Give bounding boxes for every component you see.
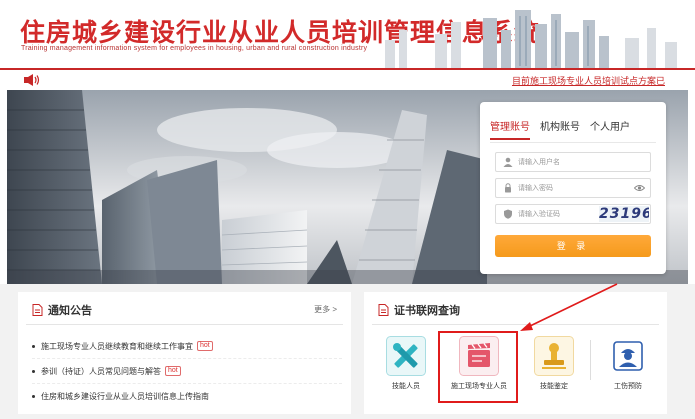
tile-label: 技能鉴定	[540, 383, 568, 390]
username-input[interactable]	[518, 155, 628, 169]
document-icon	[32, 304, 43, 316]
notice-item[interactable]: 施工现场专业人员继续教育和继续工作事宜 hot	[32, 334, 342, 359]
captcha-input[interactable]	[518, 207, 598, 221]
notice-divider	[26, 324, 343, 325]
certificate-divider	[372, 324, 659, 325]
tile-label: 工伤预防	[614, 383, 642, 390]
notice-list: 施工现场专业人员继续教育和继续工作事宜 hot 参训（持证）人员常见问题与解答 …	[32, 334, 342, 409]
more-notices-link[interactable]: 更多 >	[314, 304, 337, 315]
tabs-divider	[490, 142, 656, 143]
stamp-icon	[534, 336, 574, 376]
announcement-link[interactable]: 目前施工现场专业人员培训试点方案已	[512, 74, 665, 87]
tile-separator	[590, 340, 591, 380]
hot-badge: hot	[165, 366, 181, 376]
tools-icon	[386, 336, 426, 376]
notice-item[interactable]: 住房和城乡建设行业从业人员培训信息上传指南	[32, 384, 342, 409]
tile-skilled-workers[interactable]: 技能人员	[376, 330, 436, 392]
user-icon	[503, 157, 513, 167]
site-subtitle: Training management information system f…	[21, 45, 368, 52]
notice-item-text: 住房和城乡建设行业从业人员培训信息上传指南	[41, 392, 209, 401]
shield-icon	[504, 209, 512, 219]
certificate-title-text: 证书联网查询	[394, 305, 460, 317]
password-field	[495, 178, 651, 198]
login-tabs: 管理账号 机构账号 个人用户	[490, 118, 640, 140]
tab-institution-account[interactable]: 机构账号	[540, 118, 580, 140]
notice-panel-title: 通知公告	[32, 302, 92, 318]
notice-item[interactable]: 参训（持证）人员常见问题与解答 hot	[32, 359, 342, 384]
hot-badge: hot	[197, 341, 213, 351]
highlight-box	[438, 331, 518, 403]
eye-icon[interactable]	[634, 183, 645, 193]
notice-item-text: 施工现场专业人员继续教育和继续工作事宜	[41, 341, 193, 351]
notice-title-text: 通知公告	[48, 305, 92, 317]
tab-personal-user[interactable]: 个人用户	[590, 118, 630, 140]
tab-admin-account[interactable]: 管理账号	[490, 118, 530, 140]
notice-bar: 目前施工现场专业人员培训试点方案已	[0, 70, 695, 90]
tile-injury-prevention[interactable]: 工伤预防	[598, 330, 658, 392]
username-field	[495, 152, 651, 172]
notice-item-text: 参训（持证）人员常见问题与解答	[41, 366, 161, 376]
speaker-icon	[24, 74, 40, 86]
site-header: 住房城乡建设行业从业人员培训管理信息系统 Training management…	[0, 0, 695, 68]
tile-skill-appraisal[interactable]: 技能鉴定	[524, 330, 584, 392]
password-input[interactable]	[518, 181, 628, 195]
worker-icon	[613, 341, 643, 371]
notice-panel: 通知公告 更多 > 施工现场专业人员继续教育和继续工作事宜 hot 参训（持证）…	[18, 292, 351, 414]
document-icon	[378, 304, 389, 316]
certificate-panel-title: 证书联网查询	[378, 302, 460, 318]
login-button[interactable]: 登 录	[495, 235, 651, 257]
login-panel: 管理账号 机构账号 个人用户 23196 登 录	[480, 102, 666, 274]
captcha-field: 23196	[495, 204, 651, 224]
lock-icon	[505, 183, 511, 193]
skyline-graphic	[385, 10, 677, 68]
captcha-image[interactable]: 23196	[599, 206, 649, 222]
tile-label: 技能人员	[392, 383, 420, 390]
